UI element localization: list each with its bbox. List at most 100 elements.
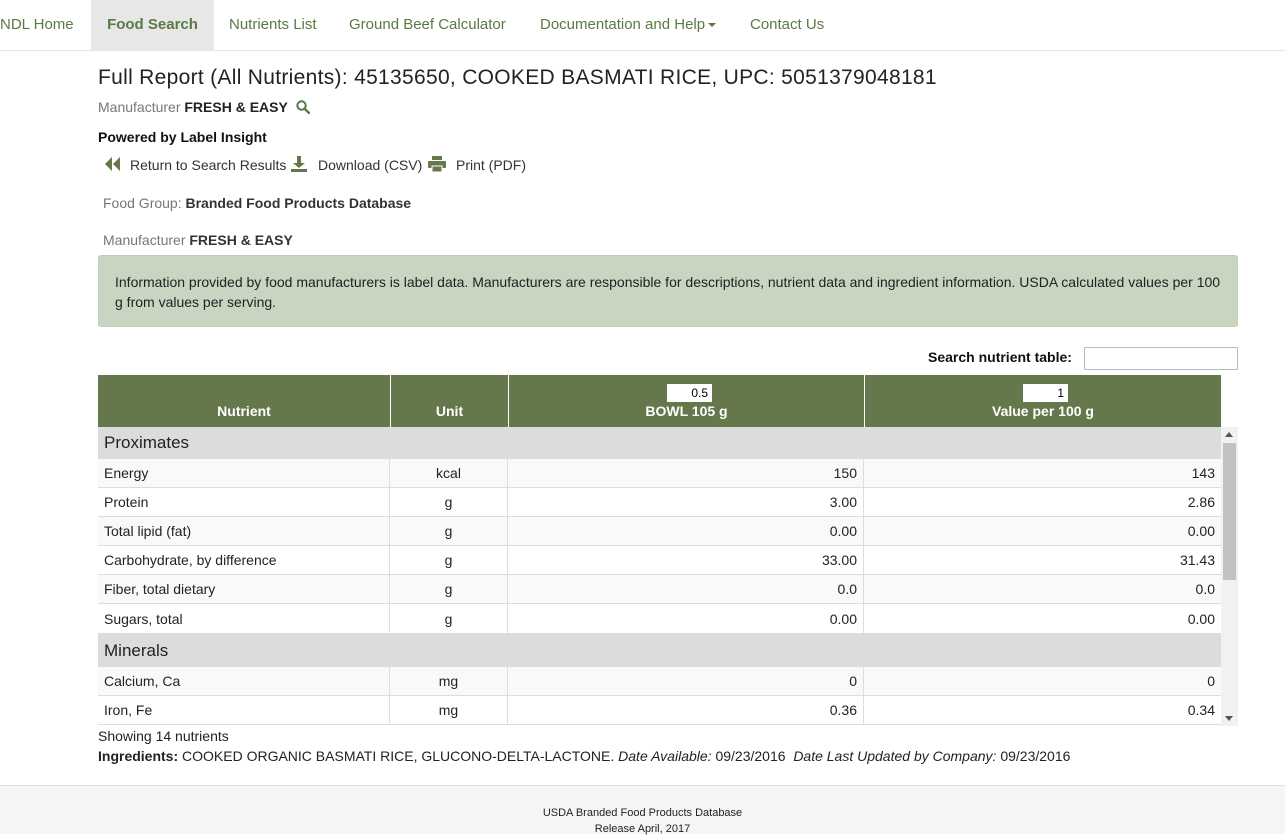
nav-documentation-label: Documentation and Help <box>540 16 706 33</box>
food-group-line: Food Group: Branded Food Products Databa… <box>103 195 411 211</box>
per100-value: 0.00 <box>1187 523 1215 539</box>
nutrient-name: Carbohydrate, by difference <box>98 546 390 574</box>
per100-value: 2.86 <box>1187 494 1215 510</box>
footer-line-2: Release April, 2017 <box>594 823 691 835</box>
print-icon <box>428 156 446 172</box>
nav-contact-us[interactable]: Contact Us <box>750 0 824 50</box>
download-icon <box>291 156 307 172</box>
nutrient-unit: g <box>390 604 508 633</box>
header-unit-label: Unit <box>435 403 464 419</box>
nutrient-unit: g <box>390 488 508 516</box>
nav-ndl-home[interactable]: NDL Home <box>0 0 74 50</box>
serving-value: 3.00 <box>508 488 864 516</box>
nutrient-table-header: Nutrient Unit BOWL 105 g Value per 100 g <box>98 375 1221 427</box>
nutrient-table-body: Proximates Energy kcal 150 143 Protein g… <box>98 427 1238 726</box>
search-nutrient-input[interactable] <box>1084 347 1238 370</box>
nav-documentation-dropdown[interactable]: Documentation and Help <box>540 0 717 50</box>
backward-icon <box>105 157 120 171</box>
header-serving-label: BOWL 105 g <box>645 403 728 419</box>
nutrient-name: Sugars, total <box>98 604 390 633</box>
food-group-label: Food Group: <box>103 195 182 211</box>
return-to-search-button[interactable]: Return to Search Results <box>104 152 286 178</box>
table-row: Iron, Fe mg 0.36 0.34 <box>98 696 1221 725</box>
serving-value: 0.00 <box>508 517 864 545</box>
per100-value: 0.34 <box>1187 702 1215 718</box>
per100-value: 143 <box>1191 465 1215 481</box>
page-title: Full Report (All Nutrients): 45135650, C… <box>98 66 937 89</box>
table-row: Calcium, Ca mg 0 0 <box>98 667 1221 696</box>
serving-value: 0.0 <box>508 575 864 603</box>
nutrient-unit: mg <box>390 696 508 724</box>
group-row-minerals: Minerals <box>98 634 1221 667</box>
serving-value: 0 <box>508 667 864 695</box>
serving-value: 33.00 <box>508 546 864 574</box>
per100-quantity-input[interactable] <box>1023 384 1068 402</box>
nutrient-unit: g <box>390 517 508 545</box>
header-per100-label: Value per 100 g <box>992 403 1094 419</box>
manufacturer-name: FRESH & EASY <box>184 99 288 115</box>
header-nutrient-label: Nutrient <box>217 403 271 419</box>
download-label: Download (CSV) <box>318 157 423 173</box>
download-csv-button[interactable]: Download (CSV) <box>291 152 422 178</box>
label-data-notice: Information provided by food manufacture… <box>98 255 1238 327</box>
nutrient-unit: mg <box>390 667 508 695</box>
nutrient-unit: g <box>390 575 508 603</box>
date-available-value: 09/23/2016 <box>715 748 786 764</box>
footer-line-1: USDA Branded Food Products Database <box>542 807 743 819</box>
date-updated-label: Date Last Updated by Company: <box>793 748 997 764</box>
per100-value: 0.00 <box>1187 611 1215 627</box>
nav-food-search[interactable]: Food Search <box>91 0 214 50</box>
group-name: Proximates <box>104 433 190 452</box>
date-updated-value: 09/23/2016 <box>1000 748 1071 764</box>
return-label: Return to Search Results <box>130 157 287 173</box>
search-table-label: Search nutrient table: <box>928 349 1072 365</box>
table-row: Carbohydrate, by difference g 33.00 31.4… <box>98 546 1221 575</box>
scrollbar-thumb[interactable] <box>1223 443 1236 580</box>
header-nutrient[interactable]: Nutrient <box>98 375 391 427</box>
manufacturer-name-2: FRESH & EASY <box>189 232 293 248</box>
caret-down-icon <box>708 23 717 28</box>
manufacturer-line-2: Manufacturer FRESH & EASY <box>103 232 293 248</box>
header-per100: Value per 100 g <box>865 375 1221 427</box>
group-row-proximates: Proximates <box>98 427 1221 459</box>
scroll-up-icon[interactable] <box>1225 432 1233 437</box>
header-serving: BOWL 105 g <box>509 375 865 427</box>
serving-value: 0.36 <box>508 696 864 724</box>
nutrient-name: Energy <box>98 459 390 487</box>
nutrient-unit: kcal <box>390 459 508 487</box>
nutrient-name: Total lipid (fat) <box>98 517 390 545</box>
table-row: Total lipid (fat) g 0.00 0.00 <box>98 517 1221 546</box>
print-pdf-button[interactable]: Print (PDF) <box>428 152 528 178</box>
table-row: Sugars, total g 0.00 0.00 <box>98 604 1221 634</box>
food-group-value: Branded Food Products Database <box>185 195 412 211</box>
per100-value: 0.0 <box>1195 581 1215 597</box>
scroll-down-icon[interactable] <box>1225 716 1233 721</box>
serving-quantity-input[interactable] <box>667 384 712 402</box>
manufacturer-label: Manufacturer <box>98 99 181 115</box>
nutrient-name: Protein <box>98 488 390 516</box>
powered-by: Powered by Label Insight <box>98 129 267 145</box>
ingredients-label: Ingredients: <box>98 748 179 764</box>
serving-value: 0.00 <box>508 604 864 633</box>
ingredients-text: COOKED ORGANIC BASMATI RICE, GLUCONO-DEL… <box>182 748 615 764</box>
nutrient-name: Iron, Fe <box>98 696 390 724</box>
table-row: Fiber, total dietary g 0.0 0.0 <box>98 575 1221 604</box>
nutrient-name: Fiber, total dietary <box>98 575 390 603</box>
nav-nutrients-list[interactable]: Nutrients List <box>229 0 317 50</box>
top-nav: NDL Home Food Search Nutrients List Grou… <box>0 0 1285 51</box>
print-label: Print (PDF) <box>456 157 526 173</box>
per100-value: 0 <box>1207 673 1215 689</box>
table-row: Energy kcal 150 143 <box>98 459 1221 488</box>
search-icon[interactable] <box>296 100 310 114</box>
header-unit[interactable]: Unit <box>391 375 509 427</box>
table-scrollbar[interactable] <box>1221 427 1238 726</box>
nutrient-unit: g <box>390 546 508 574</box>
ingredients-line: Ingredients: COOKED ORGANIC BASMATI RICE… <box>98 748 1070 764</box>
nav-ground-beef-calculator[interactable]: Ground Beef Calculator <box>349 0 506 50</box>
per100-value: 31.43 <box>1179 552 1215 568</box>
group-name: Minerals <box>104 641 169 660</box>
manufacturer-label-2: Manufacturer <box>103 232 186 248</box>
table-row: Protein g 3.00 2.86 <box>98 488 1221 517</box>
manufacturer-line: Manufacturer FRESH & EASY <box>98 99 310 115</box>
nutrient-name: Calcium, Ca <box>98 667 390 695</box>
